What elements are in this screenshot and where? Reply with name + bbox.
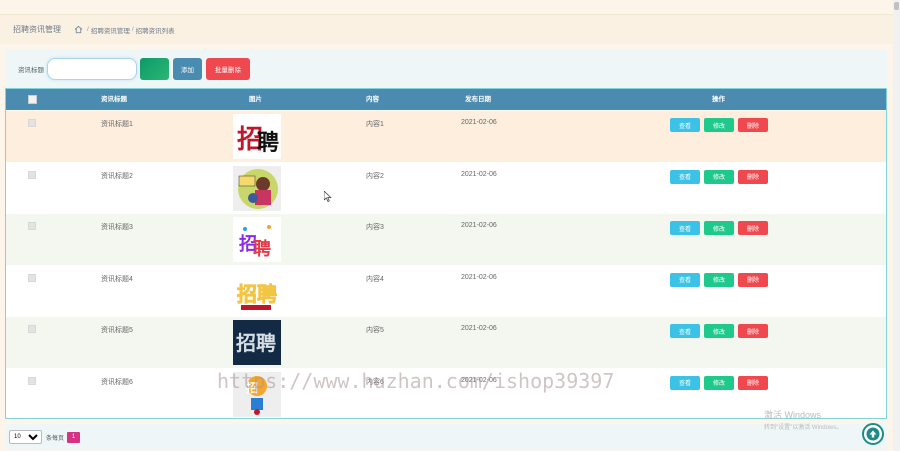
row-checkbox[interactable]: [28, 325, 36, 334]
row-actions: 查看 修改 删除: [670, 272, 768, 287]
row-actions: 查看 修改 删除: [670, 118, 768, 132]
row-date: 2021-02-06: [461, 170, 497, 178]
row-actions: 查看 修改 删除: [670, 324, 768, 339]
view-button[interactable]: 查看: [670, 375, 700, 390]
activation-title: 激活 Windows: [764, 410, 822, 420]
page-title: 招聘资讯管理: [13, 25, 61, 34]
table-row: 资讯标题3 招聘 内容3 2021-02-06 查看 修改 删除: [6, 213, 886, 265]
column-header-actions: 操作: [712, 96, 725, 103]
breadcrumb-separator: /: [131, 26, 134, 33]
row-checkbox[interactable]: [28, 119, 36, 127]
delete-button[interactable]: 删除: [738, 221, 768, 236]
batch-delete-button[interactable]: 批量删除: [206, 58, 250, 80]
row-title: 资讯标题1: [101, 121, 133, 128]
view-button[interactable]: 查看: [670, 324, 700, 339]
row-checkbox[interactable]: [28, 376, 36, 385]
row-thumbnail: [233, 165, 281, 211]
vertical-scrollbar[interactable]: [893, 0, 900, 451]
column-header-title[interactable]: 资讯标题: [101, 89, 127, 110]
row-thumbnail: 招聘: [233, 320, 281, 366]
row-title: 资讯标题4: [101, 275, 133, 283]
delete-button[interactable]: 删除: [738, 375, 768, 390]
edit-button[interactable]: 修改: [704, 375, 734, 390]
row-content: 内容2: [366, 172, 384, 180]
view-button[interactable]: 查看: [670, 118, 700, 132]
table-header: 资讯标题 图片 内容 发布日期 操作: [6, 89, 886, 110]
column-header-date[interactable]: 发布日期: [465, 89, 491, 110]
row-date: 2021-02-06: [461, 119, 497, 126]
table-row: 资讯标题1 招聘 内容1 2021-02-06 查看 修改 删除: [6, 110, 886, 162]
search-panel: 资讯标题 添加 批量删除: [6, 50, 887, 88]
row-checkbox[interactable]: [28, 222, 36, 231]
search-button[interactable]: [140, 58, 169, 80]
delete-button[interactable]: 删除: [738, 324, 768, 339]
delete-button[interactable]: 删除: [738, 169, 768, 184]
column-header-image: 图片: [249, 96, 262, 103]
row-actions: 查看 修改 删除: [670, 169, 768, 184]
breadcrumb-separator: /: [87, 26, 89, 33]
column-header-content[interactable]: 内容: [366, 89, 379, 110]
search-label: 资讯标题: [18, 67, 44, 74]
svg-text:聘: 聘: [253, 238, 271, 260]
svg-text:招聘: 招聘: [237, 282, 277, 306]
view-button[interactable]: 查看: [670, 221, 700, 236]
windows-activation-notice: 激活 Windows 转到"设置"以激活 Windows。: [764, 408, 842, 431]
row-actions: 查看 修改 删除: [670, 375, 768, 390]
search-input[interactable]: [47, 58, 137, 80]
arrow-up-icon: [866, 427, 880, 441]
table-row: 资讯标题5 招聘 内容5 2021-02-06 查看 修改 删除: [6, 316, 886, 368]
row-checkbox[interactable]: [28, 273, 36, 282]
row-title: 资讯标题2: [101, 172, 133, 180]
delete-button[interactable]: 删除: [738, 118, 768, 132]
edit-button[interactable]: 修改: [704, 324, 734, 339]
activation-subtitle: 转到"设置"以激活 Windows。: [764, 425, 843, 431]
view-button[interactable]: 查看: [670, 272, 700, 287]
delete-button[interactable]: 删除: [738, 272, 768, 287]
scrollbar-thumb[interactable]: [894, 2, 899, 10]
row-thumbnail: 招聘: [233, 217, 281, 263]
row-content: 内容1: [366, 121, 384, 128]
breadcrumb-item[interactable]: 招聘资讯管理: [91, 25, 130, 35]
add-button[interactable]: 添加: [173, 58, 202, 80]
table-row: 资讯标题4 招聘 内容4 2021-02-06 查看 修改 删除: [6, 264, 886, 317]
row-date: 2021-02-06: [461, 273, 497, 281]
home-icon[interactable]: [73, 25, 83, 35]
row-thumbnail: 招聘: [233, 114, 281, 159]
row-date: 2021-02-06: [461, 222, 497, 230]
breadcrumb-item: 招聘资讯列表: [135, 27, 175, 35]
row-checkbox[interactable]: [28, 170, 36, 179]
edit-button[interactable]: 修改: [704, 118, 734, 132]
row-actions: 查看 修改 删除: [670, 221, 768, 236]
row-content: 内容4: [366, 275, 384, 283]
svg-text:聘: 聘: [257, 131, 279, 156]
row-date: 2021-02-06: [461, 325, 497, 333]
row-title: 资讯标题3: [101, 224, 133, 232]
breadcrumb: 招聘资讯管理 / 招聘资讯管理 / 招聘资讯列表: [0, 14, 893, 44]
row-title: 资讯标题5: [101, 327, 133, 335]
mouse-cursor-icon: [323, 189, 332, 204]
select-all-checkbox[interactable]: [28, 95, 37, 104]
row-title: 资讯标题6: [101, 378, 133, 386]
page-number-button[interactable]: 1: [67, 431, 81, 443]
row-thumbnail: 招聘: [233, 268, 281, 314]
back-to-top-button[interactable]: [862, 423, 884, 445]
edit-button[interactable]: 修改: [704, 169, 734, 184]
svg-text:招聘: 招聘: [236, 331, 276, 355]
edit-button[interactable]: 修改: [704, 272, 734, 287]
view-button[interactable]: 查看: [670, 169, 700, 184]
edit-button[interactable]: 修改: [704, 221, 734, 236]
pagination: 10 条每页 1: [6, 424, 887, 450]
row-content: 内容5: [366, 327, 384, 335]
watermark-text: https://www.huzhan.com/ishop39397: [217, 369, 615, 393]
table-row: 资讯标题2 内容2 2021-02-06 查看 修改 删除: [6, 161, 886, 214]
page-size-select[interactable]: 10: [9, 430, 42, 444]
per-page-label: 条每页: [46, 435, 65, 442]
row-content: 内容3: [366, 224, 384, 232]
